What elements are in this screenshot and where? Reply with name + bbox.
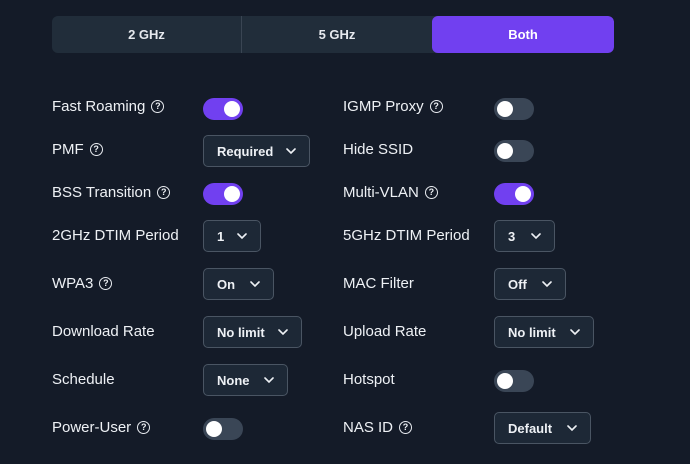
toggle-knob: [206, 421, 222, 437]
schedule-select[interactable]: None: [203, 364, 288, 396]
download-rate-value: No limit: [217, 324, 265, 340]
fast-roaming-text: Fast Roaming: [52, 98, 146, 115]
hotspot-toggle[interactable]: [494, 370, 534, 392]
bss-transition-text: BSS Transition: [52, 184, 152, 201]
help-icon[interactable]: ?: [429, 100, 443, 113]
mac-filter-select[interactable]: Off: [494, 268, 566, 300]
hotspot-label: Hotspot: [343, 371, 395, 388]
upload-rate-select[interactable]: No limit: [494, 316, 594, 348]
mac-filter-value: Off: [508, 276, 527, 292]
toggle-knob: [497, 101, 513, 117]
hide-ssid-label: Hide SSID: [343, 141, 413, 158]
pmf-text: PMF: [52, 141, 84, 158]
power-user-toggle[interactable]: [203, 418, 243, 440]
pmf-value: Required: [217, 143, 274, 159]
nas-id-text: NAS ID: [343, 419, 394, 436]
power-user-text: Power-User: [52, 419, 132, 436]
toggle-knob: [224, 101, 240, 117]
help-icon[interactable]: ?: [157, 186, 171, 199]
help-icon[interactable]: ?: [424, 186, 438, 199]
hide-ssid-text: Hide SSID: [343, 141, 414, 158]
tab-2ghz[interactable]: 2 GHz: [52, 16, 242, 53]
dtim-2ghz-label: 2GHz DTIM Period: [52, 227, 179, 244]
bss-transition-toggle[interactable]: [203, 183, 243, 205]
pmf-select[interactable]: Required: [203, 135, 310, 167]
download-rate-text: Download Rate: [52, 323, 155, 340]
chevron-down-icon: [542, 281, 552, 288]
schedule-text: Schedule: [52, 371, 115, 388]
mac-filter-text: MAC Filter: [343, 275, 414, 292]
igmp-proxy-text: IGMP Proxy: [343, 98, 424, 115]
multi-vlan-label: Multi-VLAN ?: [343, 184, 438, 201]
chevron-down-icon: [264, 377, 274, 384]
wpa3-value: On: [217, 276, 236, 292]
dtim-5ghz-text: 5GHz DTIM Period: [343, 227, 470, 244]
wpa3-select[interactable]: On: [203, 268, 274, 300]
help-icon[interactable]: ?: [151, 100, 165, 113]
igmp-proxy-label: IGMP Proxy ?: [343, 98, 443, 115]
multi-vlan-text: Multi-VLAN: [343, 184, 419, 201]
pmf-label: PMF ?: [52, 141, 103, 158]
upload-rate-label: Upload Rate: [343, 323, 426, 340]
dtim-2ghz-text: 2GHz DTIM Period: [52, 227, 179, 244]
mac-filter-label: MAC Filter: [343, 275, 414, 292]
chevron-down-icon: [278, 329, 288, 336]
igmp-proxy-toggle[interactable]: [494, 98, 534, 120]
schedule-label: Schedule: [52, 371, 115, 388]
help-icon[interactable]: ?: [137, 421, 151, 434]
dtim-5ghz-label: 5GHz DTIM Period: [343, 227, 470, 244]
tab-both[interactable]: Both: [432, 16, 614, 53]
dtim-5ghz-select[interactable]: 3: [494, 220, 555, 252]
toggle-knob: [224, 186, 240, 202]
fast-roaming-label: Fast Roaming ?: [52, 98, 165, 115]
bss-transition-label: BSS Transition ?: [52, 184, 171, 201]
power-user-label: Power-User ?: [52, 419, 151, 436]
nas-id-select[interactable]: Default: [494, 412, 591, 444]
multi-vlan-toggle[interactable]: [494, 183, 534, 205]
dtim-2ghz-value: 1: [217, 228, 225, 244]
chevron-down-icon: [250, 281, 260, 288]
help-icon[interactable]: ?: [99, 277, 113, 290]
upload-rate-text: Upload Rate: [343, 323, 427, 340]
hide-ssid-toggle[interactable]: [494, 140, 534, 162]
chevron-down-icon: [570, 329, 580, 336]
toggle-knob: [515, 186, 531, 202]
chevron-down-icon: [531, 233, 541, 240]
dtim-5ghz-value: 3: [508, 228, 516, 244]
nas-id-label: NAS ID ?: [343, 419, 413, 436]
wpa3-label: WPA3 ?: [52, 275, 113, 292]
toggle-knob: [497, 373, 513, 389]
toggle-knob: [497, 143, 513, 159]
chevron-down-icon: [237, 233, 247, 240]
download-rate-label: Download Rate: [52, 323, 155, 340]
hotspot-text: Hotspot: [343, 371, 395, 388]
chevron-down-icon: [567, 425, 577, 432]
nas-id-value: Default: [508, 420, 553, 436]
download-rate-select[interactable]: No limit: [203, 316, 302, 348]
fast-roaming-toggle[interactable]: [203, 98, 243, 120]
schedule-value: None: [217, 372, 250, 388]
chevron-down-icon: [286, 148, 296, 155]
upload-rate-value: No limit: [508, 324, 556, 340]
dtim-2ghz-select[interactable]: 1: [203, 220, 261, 252]
tab-5ghz[interactable]: 5 GHz: [242, 16, 432, 53]
wpa3-text: WPA3: [52, 275, 94, 292]
band-selector: 2 GHz 5 GHz Both: [52, 16, 614, 53]
help-icon[interactable]: ?: [89, 143, 103, 156]
help-icon[interactable]: ?: [399, 421, 413, 434]
